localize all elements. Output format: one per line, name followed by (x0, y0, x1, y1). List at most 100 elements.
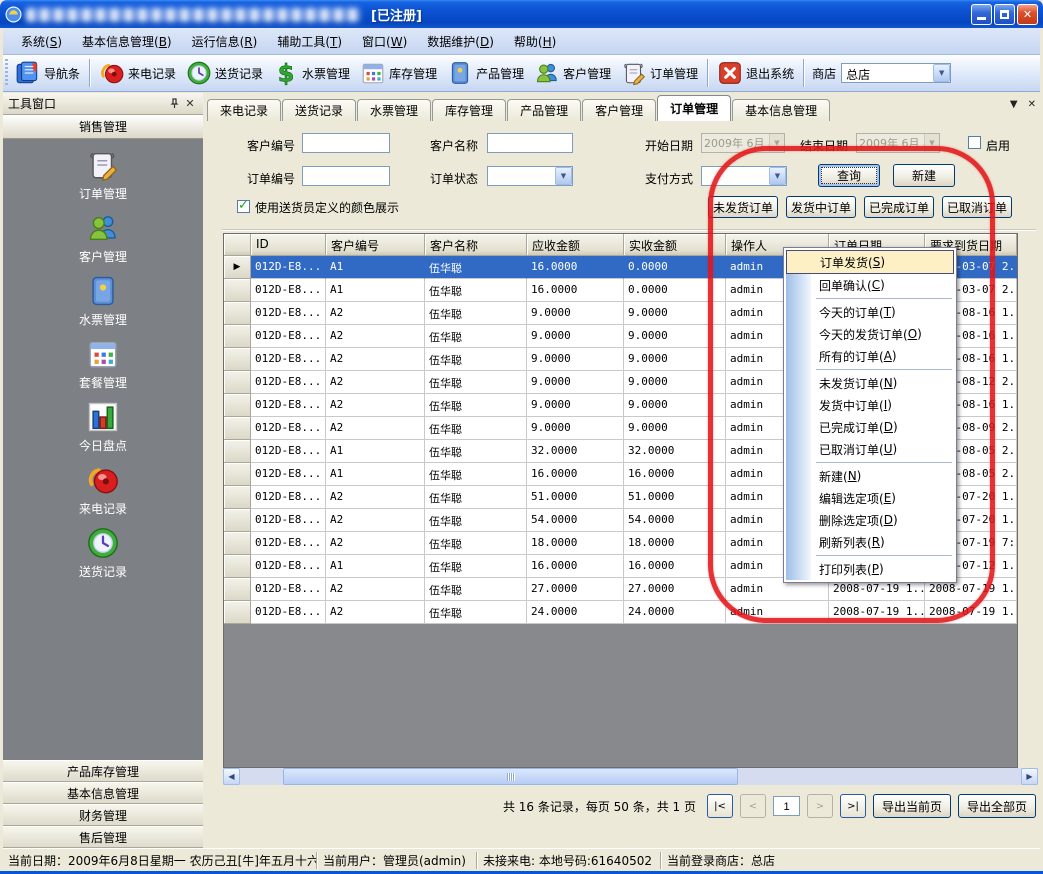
context-menu-item-9[interactable]: 已完成订单(D) (786, 416, 954, 438)
context-menu-item-17[interactable]: 打印列表(P) (786, 558, 954, 580)
start-date-picker[interactable]: 2009年 6月 8日▼ (701, 133, 785, 153)
table-row[interactable]: 012D-E8...A2伍华聪24.000024.0000admin2008-0… (224, 601, 1017, 624)
toolbar-button-calendar-grid[interactable]: 库存管理 (355, 57, 442, 89)
scrollbar-thumb[interactable] (283, 768, 738, 785)
minimize-button[interactable] (971, 4, 992, 25)
menu-item-d[interactable]: 数据维护(D) (417, 30, 504, 53)
status-filter-button-1[interactable]: 发货中订单 (786, 196, 856, 218)
row-selector[interactable] (224, 348, 251, 371)
sidebar-item-bar-chart[interactable]: 今日盘点 (3, 400, 203, 463)
tab-送货记录[interactable]: 送货记录 (282, 99, 356, 121)
column-header-0[interactable]: ID (251, 234, 326, 256)
page-number-input[interactable] (773, 796, 800, 816)
row-selector[interactable]: ▶ (224, 256, 251, 279)
context-menu-item-8[interactable]: 发货中订单(I) (786, 394, 954, 416)
toolbar-button-dollar[interactable]: $水票管理 (268, 57, 355, 89)
tab-来电记录[interactable]: 来电记录 (207, 99, 281, 121)
context-menu-item-0[interactable]: 订单发货(S) (786, 250, 954, 274)
column-header-4[interactable]: 实收金额 (624, 234, 726, 256)
first-page-button[interactable]: |< (707, 794, 733, 818)
column-header-2[interactable]: 客户名称 (425, 234, 527, 256)
pay-method-combo[interactable]: ▼ (701, 166, 787, 186)
sidebar-group-2[interactable]: 财务管理 (3, 804, 203, 826)
maximize-button[interactable] (994, 4, 1015, 25)
export-all-pages-button[interactable]: 导出全部页 (958, 794, 1036, 818)
row-selector[interactable] (224, 532, 251, 555)
row-selector[interactable] (224, 509, 251, 532)
row-selector[interactable] (224, 555, 251, 578)
start-date-dropdown-icon[interactable]: ▼ (769, 134, 784, 152)
scroll-left-icon[interactable]: ◀ (223, 768, 240, 785)
menu-item-h[interactable]: 帮助(H) (504, 30, 566, 53)
context-menu-item-15[interactable]: 刷新列表(R) (786, 531, 954, 553)
customer-name-input[interactable] (487, 133, 573, 153)
last-page-button[interactable]: >| (840, 794, 866, 818)
sidebar-item-calendar-grid[interactable]: 套餐管理 (3, 337, 203, 400)
toolbar-button-product-book[interactable]: 产品管理 (442, 57, 529, 89)
row-selector[interactable] (224, 601, 251, 624)
close-panel-icon[interactable]: ✕ (182, 96, 198, 112)
enable-checkbox[interactable] (968, 136, 981, 149)
context-menu-item-4[interactable]: 今天的发货订单(O) (786, 323, 954, 345)
toolbar-button-order-scroll[interactable]: 订单管理 (616, 57, 703, 89)
row-selector[interactable] (224, 394, 251, 417)
sidebar-group-0[interactable]: 产品库存管理 (3, 760, 203, 782)
toolbar-button-alarm-bell[interactable]: 来电记录 (94, 57, 181, 89)
scroll-right-icon[interactable]: ▶ (1021, 768, 1038, 785)
row-selector[interactable] (224, 417, 251, 440)
row-selector[interactable] (224, 578, 251, 601)
row-selector[interactable] (224, 371, 251, 394)
pay-method-dropdown-icon[interactable]: ▼ (769, 167, 786, 185)
context-menu-item-1[interactable]: 回单确认(C) (786, 274, 954, 296)
new-button[interactable]: 新建 (893, 164, 955, 187)
toolbar-button-nav-book[interactable]: 导航条 (10, 57, 85, 89)
toolbar-button-exit-x[interactable]: 退出系统 (712, 57, 799, 89)
tab-基本信息管理[interactable]: 基本信息管理 (732, 99, 830, 121)
store-combo[interactable]: 总店▼ (841, 63, 951, 83)
menu-item-b[interactable]: 基本信息管理(B) (72, 30, 182, 53)
sidebar-group-1[interactable]: 基本信息管理 (3, 782, 203, 804)
close-button[interactable]: ✕ (1017, 4, 1038, 25)
sidebar-item-people[interactable]: 客户管理 (3, 211, 203, 274)
column-header-3[interactable]: 应收金额 (527, 234, 624, 256)
row-selector[interactable] (224, 440, 251, 463)
export-current-page-button[interactable]: 导出当前页 (873, 794, 951, 818)
tab-水票管理[interactable]: 水票管理 (357, 99, 431, 121)
row-selector[interactable] (224, 486, 251, 509)
status-filter-button-2[interactable]: 已完成订单 (864, 196, 934, 218)
row-selector[interactable] (224, 325, 251, 348)
tab-订单管理[interactable]: 订单管理 (657, 95, 731, 121)
sidebar-item-alarm-bell[interactable]: 来电记录 (3, 463, 203, 526)
context-menu-item-7[interactable]: 未发货订单(N) (786, 372, 954, 394)
end-date-picker[interactable]: 2009年 6月 8日▼ (856, 133, 940, 153)
sidebar-item-product-book[interactable]: 水票管理 (3, 274, 203, 337)
sidebar-group-sales[interactable]: 销售管理 (3, 115, 203, 139)
query-button[interactable]: 查询 (818, 164, 880, 187)
sidebar-item-order-scroll[interactable]: 订单管理 (3, 148, 203, 211)
row-selector[interactable] (224, 302, 251, 325)
row-selector[interactable] (224, 463, 251, 486)
toolbar-button-clock[interactable]: 送货记录 (181, 57, 268, 89)
delivery-color-checkbox[interactable] (237, 200, 250, 213)
menu-item-t[interactable]: 辅助工具(T) (267, 30, 352, 53)
column-header-1[interactable]: 客户编号 (326, 234, 425, 256)
context-menu-item-13[interactable]: 编辑选定项(E) (786, 487, 954, 509)
menu-item-s[interactable]: 系统(S) (11, 30, 72, 53)
prev-page-button[interactable]: < (740, 794, 766, 818)
tab-产品管理[interactable]: 产品管理 (507, 99, 581, 121)
context-menu-item-10[interactable]: 已取消订单(U) (786, 438, 954, 460)
pin-icon[interactable] (166, 96, 182, 112)
order-code-input[interactable] (302, 166, 390, 186)
tab-close-icon[interactable]: ✕ (1028, 99, 1036, 110)
status-filter-button-3[interactable]: 已取消订单 (942, 196, 1012, 218)
customer-code-input[interactable] (302, 133, 390, 153)
horizontal-scrollbar[interactable]: ◀ ▶ (223, 768, 1038, 785)
sidebar-group-3[interactable]: 售后管理 (3, 826, 203, 848)
context-menu-item-14[interactable]: 删除选定项(D) (786, 509, 954, 531)
tab-库存管理[interactable]: 库存管理 (432, 99, 506, 121)
next-page-button[interactable]: > (807, 794, 833, 818)
order-status-dropdown-icon[interactable]: ▼ (555, 167, 572, 185)
end-date-dropdown-icon[interactable]: ▼ (924, 134, 939, 152)
toolbar-button-people[interactable]: 客户管理 (529, 57, 616, 89)
row-selector[interactable] (224, 279, 251, 302)
